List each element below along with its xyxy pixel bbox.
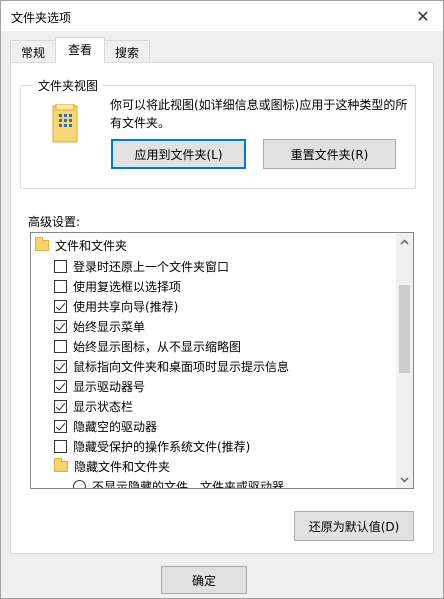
folder-view-icon: [52, 104, 78, 143]
checkbox-hide-protected-os-files[interactable]: 隐藏受保护的操作系统文件(推荐): [31, 436, 397, 456]
checkbox-show-drive-letters[interactable]: 显示驱动器号: [31, 376, 397, 396]
checkbox-always-show-icons[interactable]: 始终显示图标，从不显示缩略图: [31, 336, 397, 356]
checkbox-label: 使用复选框以选择项: [73, 279, 182, 294]
tree-item-files-and-folders: 文件和文件夹: [31, 235, 397, 255]
checkbox-label: 隐藏受保护的操作系统文件(推荐): [73, 439, 251, 454]
checkbox[interactable]: [54, 299, 67, 313]
tree-item-label: 隐藏文件和文件夹: [74, 459, 171, 474]
checkbox-always-show-menus[interactable]: 始终显示菜单: [31, 316, 397, 336]
checkbox[interactable]: [54, 399, 67, 413]
title-bar: 文件夹选项 ✕: [1, 1, 443, 31]
scroll-up-arrow[interactable]: [396, 233, 413, 250]
radio-dont-show-hidden[interactable]: 不显示隐藏的文件、文件夹或驱动器: [31, 476, 397, 489]
checkbox-show-pop-up-description[interactable]: 鼠标指向文件夹和桌面项时显示提示信息: [31, 356, 397, 376]
checkbox-label: 鼠标指向文件夹和桌面项时显示提示信息: [73, 359, 290, 374]
chevron-down-icon: [400, 477, 409, 482]
checkbox-label: 使用共享向导(推荐): [73, 299, 179, 314]
tree-item-label: 文件和文件夹: [55, 238, 128, 253]
folder-icon: [54, 457, 68, 472]
chevron-up-icon: [400, 239, 409, 244]
checkbox-show-status-bar[interactable]: 显示状态栏: [31, 396, 397, 416]
checkbox-label: 始终显示图标，从不显示缩略图: [73, 339, 242, 354]
close-button[interactable]: ✕: [403, 1, 443, 31]
reset-folders-button[interactable]: 重置文件夹(R): [263, 139, 396, 169]
checkbox-label: 隐藏空的驱动器: [73, 419, 158, 434]
checkbox-label: 显示状态栏: [73, 399, 134, 414]
checkbox[interactable]: [54, 379, 67, 393]
checkbox[interactable]: [54, 319, 67, 333]
folder-views-legend: 文件夹视图: [34, 77, 103, 94]
checkbox-sharing-wizard[interactable]: 使用共享向导(推荐): [31, 296, 397, 316]
checkbox[interactable]: [54, 279, 67, 293]
radio-button[interactable]: [73, 479, 86, 488]
checkbox[interactable]: [54, 259, 67, 273]
tab-general[interactable]: 常规: [10, 40, 56, 62]
close-icon: ✕: [416, 6, 430, 26]
checkbox-label: 显示驱动器号: [73, 379, 146, 394]
restore-defaults-button[interactable]: 还原为默认值(D): [294, 511, 414, 541]
folder-views-description: 你可以将此视图(如详细信息或图标)应用于这种类型的所有文件夹。: [110, 98, 408, 130]
tab-view[interactable]: 查看: [55, 37, 105, 63]
checkbox[interactable]: [54, 419, 67, 433]
checkbox-label: 始终显示菜单: [73, 319, 146, 334]
checkbox-restore-windows[interactable]: 登录时还原上一个文件夹窗口: [31, 256, 397, 276]
checkbox[interactable]: [54, 439, 67, 453]
folder-icon: [35, 236, 49, 251]
apply-to-folders-button[interactable]: 应用到文件夹(L): [111, 139, 246, 169]
tab-search[interactable]: 搜索: [104, 40, 150, 62]
radio-label: 不显示隐藏的文件、文件夹或驱动器: [92, 479, 285, 489]
scroll-thumb[interactable]: [399, 285, 410, 373]
scroll-down-arrow[interactable]: [396, 471, 413, 488]
advanced-settings-label: 高级设置:: [28, 215, 81, 229]
vertical-scrollbar[interactable]: [396, 233, 413, 488]
checkbox[interactable]: [54, 359, 67, 373]
advanced-settings-list[interactable]: 文件和文件夹 登录时还原上一个文件夹窗口 使用复选框以选择项 使用共享向导(推荐…: [30, 232, 414, 489]
ok-button[interactable]: 确定: [161, 566, 247, 594]
checkbox-hide-empty-drives[interactable]: 隐藏空的驱动器: [31, 416, 397, 436]
checkbox-use-check-boxes[interactable]: 使用复选框以选择项: [31, 276, 397, 296]
window-title: 文件夹选项: [11, 11, 72, 25]
tree-item-hidden-files: 隐藏文件和文件夹: [31, 456, 397, 476]
checkbox-label: 登录时还原上一个文件夹窗口: [73, 259, 230, 274]
checkbox[interactable]: [54, 339, 67, 353]
